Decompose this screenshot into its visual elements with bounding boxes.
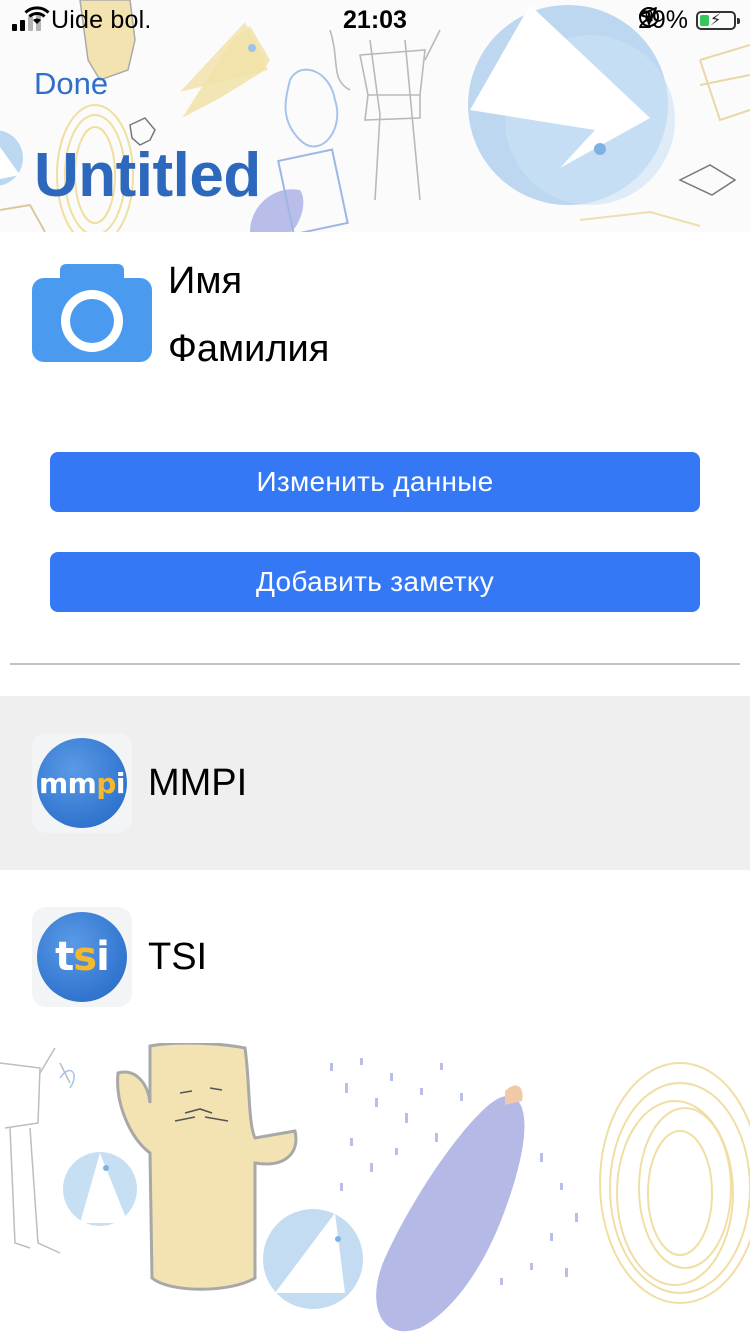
- icon-text-accent: s: [73, 934, 97, 980]
- battery-icon: ⚡: [696, 11, 740, 30]
- icon-text-end: i: [96, 934, 110, 980]
- tsi-app-icon: tsi: [32, 907, 132, 1007]
- page-title: Untitled: [34, 141, 261, 210]
- list-item-tsi[interactable]: tsi TSI: [0, 870, 750, 1044]
- footer-doodles: [0, 1043, 750, 1332]
- add-note-button[interactable]: Добавить заметку: [50, 552, 700, 612]
- icon-text: mm: [38, 766, 97, 800]
- location-icon: [638, 7, 657, 25]
- first-name-field[interactable]: Имя: [168, 260, 242, 303]
- camera-icon[interactable]: [32, 264, 152, 362]
- done-button[interactable]: Done: [34, 66, 108, 102]
- icon-text-end: i: [115, 766, 126, 800]
- icon-text-accent: p: [96, 766, 116, 800]
- last-name-field[interactable]: Фамилия: [168, 328, 329, 371]
- list-item-label: MMPI: [148, 762, 248, 804]
- list-item-label: TSI: [148, 936, 208, 978]
- edit-data-button[interactable]: Изменить данные: [50, 452, 700, 512]
- section-divider: [10, 663, 740, 665]
- header-background-art: Uide bol. 21:03 29% ⚡ Done Untitled: [0, 0, 750, 232]
- footer-background-art: [0, 1043, 750, 1334]
- mmpi-app-icon: mm p i: [32, 733, 132, 833]
- icon-text: t: [55, 934, 74, 980]
- list-item-mmpi[interactable]: mm p i MMPI: [0, 696, 750, 870]
- status-bar: Uide bol. 21:03 29% ⚡: [0, 0, 750, 40]
